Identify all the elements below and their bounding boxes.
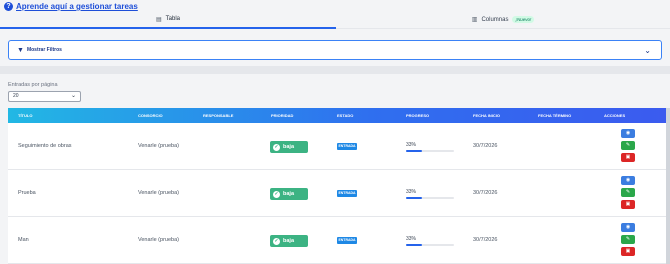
chevron-down-icon: ⌄ <box>70 93 76 99</box>
eye-icon: ◉ <box>625 224 631 230</box>
progress-bar <box>406 150 454 152</box>
question-circle-icon: ? <box>4 2 13 11</box>
chevron-down-icon[interactable]: ⌄ <box>644 46 651 55</box>
header-consorcio[interactable]: Consorcio <box>138 108 163 123</box>
cell-fecha-inicio: 30/7/2026 <box>473 143 498 149</box>
priority-badge: ✓ baja <box>270 235 308 247</box>
progress-label: 33% <box>406 236 417 242</box>
eye-icon: ◉ <box>625 130 631 136</box>
progress-bar <box>406 197 454 199</box>
status-badge: ENTRADA <box>337 237 357 244</box>
delete-button[interactable]: ▣ <box>621 153 635 162</box>
tab-table[interactable]: ▤ Tabla <box>0 11 336 29</box>
check-circle-icon: ✓ <box>273 237 280 245</box>
entries-label: Entradas por página <box>8 82 58 88</box>
header-progreso[interactable]: Progreso <box>406 108 429 123</box>
tab-columns-label: Columnas <box>481 16 509 23</box>
tasks-table: Título Consorcio Responsable Prioridad E… <box>8 108 666 264</box>
trash-icon: ▣ <box>625 154 631 160</box>
table-row: Seguimiento de obras Venarle (prueba) ✓ … <box>8 123 666 170</box>
table-icon: ▤ <box>155 16 162 23</box>
cell-fecha-inicio: 30/7/2026 <box>473 237 498 243</box>
edit-button[interactable]: ✎ <box>621 235 635 244</box>
delete-button[interactable]: ▣ <box>621 247 635 256</box>
priority-label: baja <box>283 191 295 197</box>
entries-value: 20 <box>13 93 19 99</box>
header-prioridad[interactable]: Prioridad <box>271 108 293 123</box>
help-link[interactable]: ? Aprende aquí a gestionar tareas <box>4 2 138 11</box>
progress-label: 33% <box>406 189 417 195</box>
pencil-icon: ✎ <box>625 189 631 195</box>
cell-title: Man <box>18 237 29 243</box>
priority-badge: ✓ baja <box>270 141 308 153</box>
page: ? Aprende aquí a gestionar tareas ▤ Tabl… <box>0 0 670 264</box>
pencil-icon: ✎ <box>625 236 631 242</box>
progress-fill <box>406 150 422 152</box>
eye-icon: ◉ <box>625 177 631 183</box>
view-tabs: ▤ Tabla ▥ Columnas ¡Nuevo! <box>0 11 670 29</box>
trash-icon: ▣ <box>625 201 631 207</box>
priority-label: baja <box>283 144 295 150</box>
table-row: Man Venarle (prueba) ✓ baja ENTRADA 33% … <box>8 217 666 264</box>
delete-button[interactable]: ▣ <box>621 200 635 209</box>
view-button[interactable]: ◉ <box>621 129 635 138</box>
help-link-label[interactable]: Aprende aquí a gestionar tareas <box>16 2 138 11</box>
view-button[interactable]: ◉ <box>621 176 635 185</box>
cell-consorcio: Venarle (prueba) <box>138 190 179 196</box>
edit-button[interactable]: ✎ <box>621 141 635 150</box>
section-divider <box>0 66 670 74</box>
check-circle-icon: ✓ <box>273 190 280 198</box>
columns-icon: ▥ <box>471 17 478 23</box>
cell-consorcio: Venarle (prueba) <box>138 237 179 243</box>
priority-badge: ✓ baja <box>270 188 308 200</box>
vertical-scrollbar[interactable] <box>666 108 670 264</box>
tab-table-label: Tabla <box>165 16 180 22</box>
entries-per-page-select[interactable]: 20 ⌄ <box>8 91 81 102</box>
header-responsable[interactable]: Responsable <box>203 108 233 123</box>
cell-title: Seguimiento de obras <box>18 143 72 149</box>
cell-title: Prueba <box>18 190 36 196</box>
header-acciones: Acciones <box>604 113 626 118</box>
header-fecha-termino[interactable]: Fecha término <box>538 108 571 123</box>
edit-button[interactable]: ✎ <box>621 188 635 197</box>
header-fecha-inicio[interactable]: Fecha inicio <box>473 108 500 123</box>
tab-columns[interactable]: ▥ Columnas ¡Nuevo! <box>336 11 670 29</box>
progress-fill <box>406 244 422 246</box>
view-button[interactable]: ◉ <box>621 223 635 232</box>
check-circle-icon: ✓ <box>273 143 280 151</box>
progress-bar <box>406 244 454 246</box>
header-title[interactable]: Título <box>18 108 32 123</box>
new-badge: ¡Nuevo! <box>512 16 535 23</box>
trash-icon: ▣ <box>625 248 631 254</box>
priority-label: baja <box>283 238 295 244</box>
header-estado[interactable]: Estado <box>337 108 353 123</box>
cell-fecha-inicio: 30/7/2026 <box>473 190 498 196</box>
table-row: Prueba Venarle (prueba) ✓ baja ENTRADA 3… <box>8 170 666 217</box>
pencil-icon: ✎ <box>625 142 631 148</box>
filters-toggle[interactable]: ▼ Mostrar Filtros ⌄ <box>8 40 662 60</box>
progress-label: 33% <box>406 142 417 148</box>
table-header: Título Consorcio Responsable Prioridad E… <box>8 108 666 123</box>
filter-icon: ▼ <box>17 46 24 54</box>
status-badge: ENTRADA <box>337 190 357 197</box>
filters-label: Mostrar Filtros <box>26 47 62 53</box>
cell-consorcio: Venarle (prueba) <box>138 143 179 149</box>
progress-fill <box>406 197 422 199</box>
status-badge: ENTRADA <box>337 143 357 150</box>
